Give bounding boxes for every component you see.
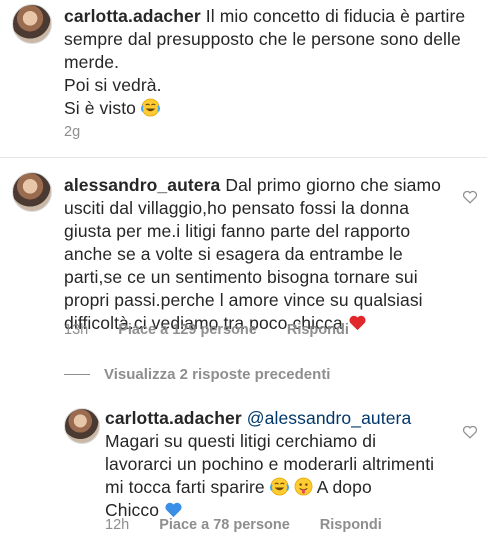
comment-text: alessandro_autera Dal primo giorno che s… [64,174,459,335]
comment-time: 12h [105,517,130,533]
face-with-tongue-icon [294,477,313,496]
avatar[interactable] [12,4,52,44]
face-with-tears-of-joy-icon [140,98,160,117]
comment-line: sempre dal presupposto che le persone so… [64,29,461,49]
comment-line: Magari su questi litigi cerchiamo di [105,431,377,451]
comment-line: lavorarci un pochino e moderarli altrime… [105,454,435,474]
comment-line: merde. [64,52,120,72]
red-heart-icon [349,315,366,331]
comment-meta: 12h Piace a 78 persone Rispondi [105,517,382,533]
comment-text: carlotta.adacher Il mio concetto di fidu… [64,5,474,120]
comment-time: 13h [64,322,89,338]
comment-line: Il mio concetto di fiducia è partire [205,6,466,26]
comment-line: parti,se ce un sentimento bisogna tornar… [64,267,418,287]
comment-line: Si è visto [64,98,136,118]
comment-line: anche se a volte si esagera da entrambe … [64,244,403,264]
mention-link[interactable]: @alessandro_autera [247,408,412,428]
avatar[interactable] [12,172,52,212]
comment-line: Dal primo giorno che siamo [225,175,441,195]
view-replies-label: Visualizza 2 risposte precedenti [104,366,331,383]
divider [0,157,487,158]
comment-line: Poi si vedrà. [64,75,162,95]
avatar[interactable] [64,408,100,444]
comment-username[interactable]: carlotta.adacher [64,6,201,26]
face-with-tears-of-joy-icon [269,477,289,496]
comment-line: propri passi.perche l amore vince su qua… [64,290,423,310]
comment-line: giusta per me.i litigi fanno parte del r… [64,221,411,241]
reply-button[interactable]: Rispondi [320,517,382,533]
comment-line: mi tocca farti sparire [105,477,265,497]
comment-meta: 13h Piace a 129 persone Rispondi [64,322,349,338]
comment-meta: 2g [64,124,80,140]
likes-count[interactable]: Piace a 78 persone [159,517,290,533]
comment-username[interactable]: alessandro_autera [64,175,220,195]
comment-line: A dopo [316,477,372,497]
heart-outline-icon[interactable] [462,190,478,204]
likes-count[interactable]: Piace a 129 persone [118,322,257,338]
view-previous-replies-button[interactable]: Visualizza 2 risposte precedenti [64,366,330,383]
comment-text: carlotta.adacher @alessandro_autera Maga… [105,407,465,522]
comment-username[interactable]: carlotta.adacher [105,408,242,428]
heart-outline-icon[interactable] [462,425,478,439]
reply-button[interactable]: Rispondi [287,322,349,338]
comment-time: 2g [64,124,81,140]
comment-line: usciti dal villaggio,ho pensato fossi la… [64,198,410,218]
divider-line [64,374,90,375]
